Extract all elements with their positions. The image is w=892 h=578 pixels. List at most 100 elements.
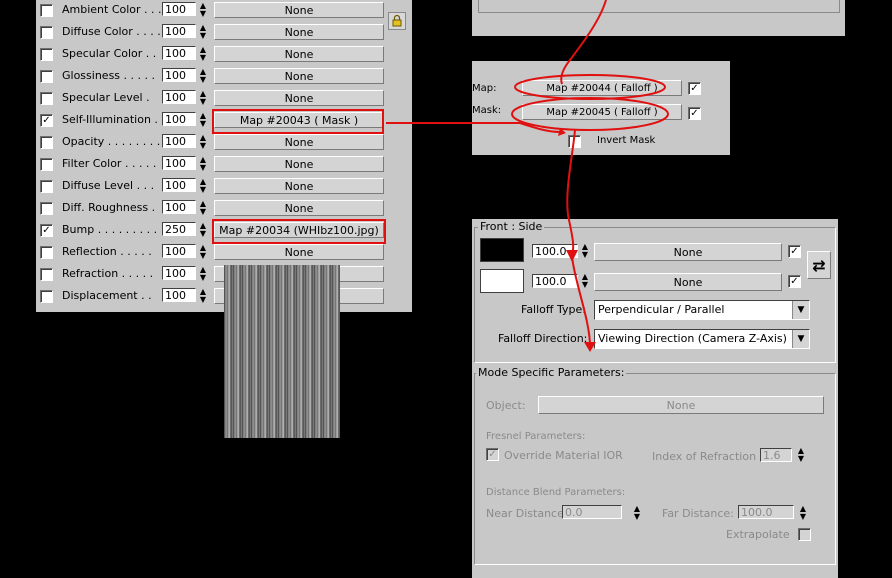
map-label: Map:: [472, 83, 497, 94]
far-distance-field[interactable]: 100.0: [738, 505, 794, 519]
map-enable-checkbox[interactable]: [40, 290, 53, 303]
bump-texture-thumbnail: [224, 265, 340, 438]
object-pick-button[interactable]: None: [538, 396, 824, 414]
amount-spinner[interactable]: ▲ ▼: [198, 288, 208, 304]
front-amount-field[interactable]: 100.0: [532, 244, 578, 258]
map-enable-checkbox[interactable]: [40, 268, 53, 281]
amount-field[interactable]: 100: [162, 288, 196, 302]
amount-spinner[interactable]: ▲ ▼: [198, 266, 208, 282]
map-slot-button[interactable]: None: [214, 134, 384, 150]
map-enable-checkbox[interactable]: [40, 4, 53, 17]
amount-field[interactable]: 100: [162, 200, 196, 214]
bump-highlight: [212, 219, 386, 244]
amount-field[interactable]: 100: [162, 112, 196, 126]
amount-spinner[interactable]: ▲ ▼: [198, 46, 208, 62]
amount-field[interactable]: 100: [162, 68, 196, 82]
mask-enable-checkbox[interactable]: ✓: [688, 107, 701, 120]
amount-field[interactable]: 100: [162, 244, 196, 258]
near-distance-field[interactable]: 0.0: [562, 505, 622, 519]
extrapolate-checkbox[interactable]: [798, 528, 811, 541]
override-ior-checkbox[interactable]: ✓: [486, 448, 499, 461]
front-amount-spinner[interactable]: ▲ ▼: [580, 243, 590, 259]
map-enable-checkbox[interactable]: [40, 48, 53, 61]
object-label: Object:: [486, 399, 526, 412]
mask-button[interactable]: Map #20045 ( Falloff ): [522, 104, 682, 120]
map-enable-checkbox[interactable]: [40, 26, 53, 39]
map-slot-button[interactable]: None: [214, 24, 384, 40]
dropdown-arrow-icon[interactable]: ▼: [792, 330, 809, 348]
near-distance-label: Near Distance:: [486, 507, 568, 520]
map-enable-checkbox[interactable]: [40, 158, 53, 171]
side-amount-spinner[interactable]: ▲ ▼: [580, 273, 590, 289]
side-color-swatch[interactable]: [480, 269, 524, 293]
map-slot-button[interactable]: None: [214, 2, 384, 18]
map-row: Specular Level . 100 ▲ ▼ None: [36, 89, 412, 109]
far-distance-spinner[interactable]: ▲ ▼: [798, 505, 808, 521]
map-row-label: Diffuse Color . . . .: [62, 25, 161, 38]
amount-field[interactable]: 250: [162, 222, 196, 236]
amount-spinner[interactable]: ▲ ▼: [198, 178, 208, 194]
map-slot-button[interactable]: None: [214, 46, 384, 62]
map-row: Filter Color . . . . . 100 ▲ ▼ None: [36, 155, 412, 175]
map-enable-checkbox[interactable]: [40, 92, 53, 105]
map-enable-checkbox[interactable]: ✓: [688, 82, 701, 95]
top-stub-panel: [472, 0, 845, 36]
near-distance-spinner[interactable]: ▲ ▼: [632, 505, 642, 521]
map-enable-checkbox[interactable]: [40, 136, 53, 149]
map-slot-button[interactable]: None: [214, 68, 384, 84]
side-map-checkbox[interactable]: ✓: [788, 275, 801, 288]
amount-spinner[interactable]: ▲ ▼: [198, 156, 208, 172]
falloff-type-dropdown[interactable]: Perpendicular / Parallel ▼: [594, 300, 810, 320]
map-enable-checkbox[interactable]: [40, 180, 53, 193]
amount-field[interactable]: 100: [162, 24, 196, 38]
map-enable-checkbox[interactable]: [40, 202, 53, 215]
amount-spinner[interactable]: ▲ ▼: [198, 90, 208, 106]
map-slot-button[interactable]: None: [214, 156, 384, 172]
lock-icon[interactable]: [388, 12, 406, 30]
map-slot-button[interactable]: None: [214, 178, 384, 194]
amount-spinner[interactable]: ▲ ▼: [198, 134, 208, 150]
amount-field[interactable]: 100: [162, 90, 196, 104]
map-row-label: Self-Illumination .: [62, 113, 158, 126]
front-map-checkbox[interactable]: ✓: [788, 245, 801, 258]
map-enable-checkbox[interactable]: [40, 246, 53, 259]
amount-spinner[interactable]: ▲ ▼: [198, 68, 208, 84]
amount-field[interactable]: 100: [162, 266, 196, 280]
map-slot-button[interactable]: None: [214, 90, 384, 106]
amount-field[interactable]: 100: [162, 178, 196, 192]
dropdown-arrow-icon[interactable]: ▼: [792, 301, 809, 319]
amount-field[interactable]: 100: [162, 134, 196, 148]
map-enable-checkbox[interactable]: ✓: [40, 114, 53, 127]
map-row-label: Ambient Color . . .: [62, 3, 162, 16]
falloff-type-label: Falloff Type:: [521, 303, 586, 316]
ior-spinner[interactable]: ▲ ▼: [796, 447, 806, 463]
front-map-button[interactable]: None: [594, 243, 782, 261]
falloff-direction-dropdown[interactable]: Viewing Direction (Camera Z-Axis) ▼: [594, 329, 810, 349]
amount-spinner[interactable]: ▲ ▼: [198, 200, 208, 216]
map-row-label: Bump . . . . . . . . .: [62, 223, 158, 236]
amount-spinner[interactable]: ▲ ▼: [198, 2, 208, 18]
side-amount-field[interactable]: 100.0: [532, 274, 578, 288]
override-ior-label: Override Material IOR: [504, 449, 623, 462]
swap-colors-button[interactable]: ⇄: [807, 251, 831, 279]
distance-blend-title: Distance Blend Parameters:: [486, 487, 626, 498]
falloff-direction-value: Viewing Direction (Camera Z-Axis): [598, 332, 787, 345]
map-enable-checkbox[interactable]: ✓: [40, 224, 53, 237]
ior-field[interactable]: 1.6: [760, 448, 792, 462]
amount-spinner[interactable]: ▲ ▼: [198, 244, 208, 260]
map-row-label: Diffuse Level . . .: [62, 179, 155, 192]
map-slot-button[interactable]: None: [214, 244, 384, 260]
amount-field[interactable]: 100: [162, 46, 196, 60]
amount-spinner[interactable]: ▲ ▼: [198, 222, 208, 238]
map-enable-checkbox[interactable]: [40, 70, 53, 83]
amount-spinner[interactable]: ▲ ▼: [198, 24, 208, 40]
invert-mask-label: Invert Mask: [597, 135, 656, 146]
invert-mask-checkbox[interactable]: [568, 135, 581, 148]
amount-field[interactable]: 100: [162, 2, 196, 16]
amount-field[interactable]: 100: [162, 156, 196, 170]
map-button[interactable]: Map #20044 ( Falloff ): [522, 80, 682, 96]
front-color-swatch[interactable]: [480, 238, 524, 262]
map-slot-button[interactable]: None: [214, 200, 384, 216]
amount-spinner[interactable]: ▲ ▼: [198, 112, 208, 128]
side-map-button[interactable]: None: [594, 273, 782, 291]
